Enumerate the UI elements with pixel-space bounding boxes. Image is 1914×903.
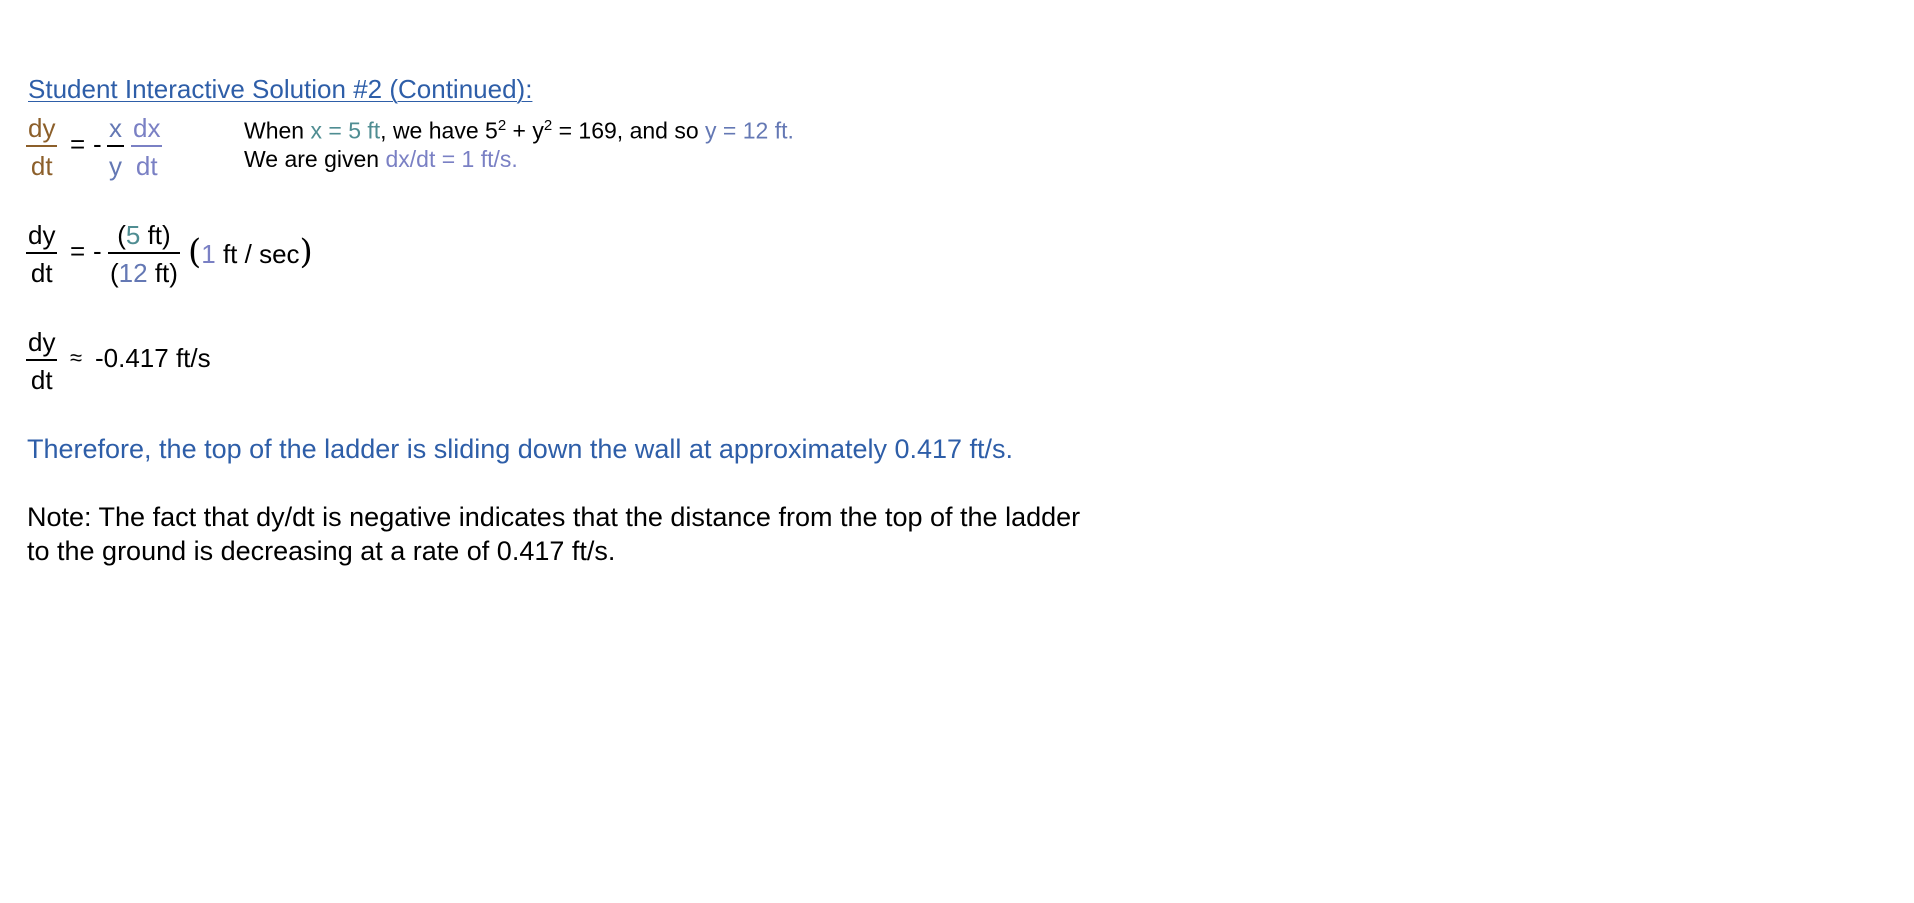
eq2-rate-value: 1 [201, 239, 216, 269]
eq1-lhs-denominator: dt [30, 151, 53, 181]
eq3-lhs-fraction: dy dt [26, 327, 58, 395]
given-line-1: When x = 5 ft, we have 52 + y2 = 169, an… [244, 118, 794, 143]
eq3-approx: ≈ [70, 345, 83, 370]
eq2-equals: = [70, 236, 86, 266]
eq3-result: -0.417 ft/s [95, 343, 211, 373]
given-x-value: x = 5 ft [310, 117, 381, 144]
eq1-dx-over-dt: dx dt [131, 113, 163, 181]
exponent: 2 [543, 117, 553, 134]
eq1-x-over-y: x y [107, 115, 124, 179]
given-text: We are given [244, 146, 386, 172]
eq2-minus: - [93, 236, 102, 266]
unit: ft) [140, 220, 171, 250]
given-text: , we have 5 [380, 117, 498, 144]
eq2-denominator: (12 ft) [108, 254, 180, 286]
unit: ft / sec [215, 239, 300, 269]
eq1-minus: - [93, 129, 102, 159]
page-title: Student Interactive Solution #2 (Continu… [28, 74, 533, 104]
given-text: = 169, and so [552, 117, 706, 144]
close-paren: ) [299, 232, 313, 272]
exponent: 2 [497, 117, 507, 134]
eq3-lhs-denominator: dt [30, 365, 53, 395]
eq2-rate-factor: (1 ft / sec) [188, 232, 313, 272]
given-y-value: y = 12 ft [705, 117, 788, 144]
conclusion-text: Therefore, the top of the ladder is slid… [27, 434, 1014, 464]
open-paren: ( [188, 232, 202, 272]
eq1-dt-denominator: dt [135, 151, 158, 181]
eq2-main-fraction: (5 ft) (12 ft) [108, 222, 180, 286]
eq1-lhs-numerator: dy [28, 113, 56, 143]
eq2-y-value: 12 [118, 258, 148, 288]
eq2-lhs-numerator: dy [28, 220, 56, 250]
open-paren: ( [110, 258, 119, 288]
eq1-y-denominator: y [109, 151, 122, 181]
given-rate-value: dx/dt = 1 ft/s. [385, 146, 518, 172]
given-line-2: We are given dx/dt = 1 ft/s. [244, 148, 518, 171]
eq1-x-numerator: x [109, 113, 122, 143]
eq1-lhs-fraction: dy dt [26, 113, 58, 181]
given-text: When [244, 117, 311, 144]
unit: ft) [147, 258, 178, 288]
open-paren: ( [117, 220, 126, 250]
given-text: . [787, 117, 794, 144]
note-text: Note: The fact that dy/dt is negative in… [27, 502, 1081, 566]
eq2-numerator: (5 ft) [115, 222, 172, 252]
eq2-x-value: 5 [125, 220, 141, 250]
eq1-equals: = [70, 129, 86, 159]
eq3-lhs-numerator: dy [28, 327, 56, 357]
eq2-lhs-fraction: dy dt [26, 220, 58, 288]
eq1-dx-numerator: dx [133, 113, 161, 143]
given-text: + y [506, 117, 544, 144]
eq2-lhs-denominator: dt [30, 258, 53, 288]
